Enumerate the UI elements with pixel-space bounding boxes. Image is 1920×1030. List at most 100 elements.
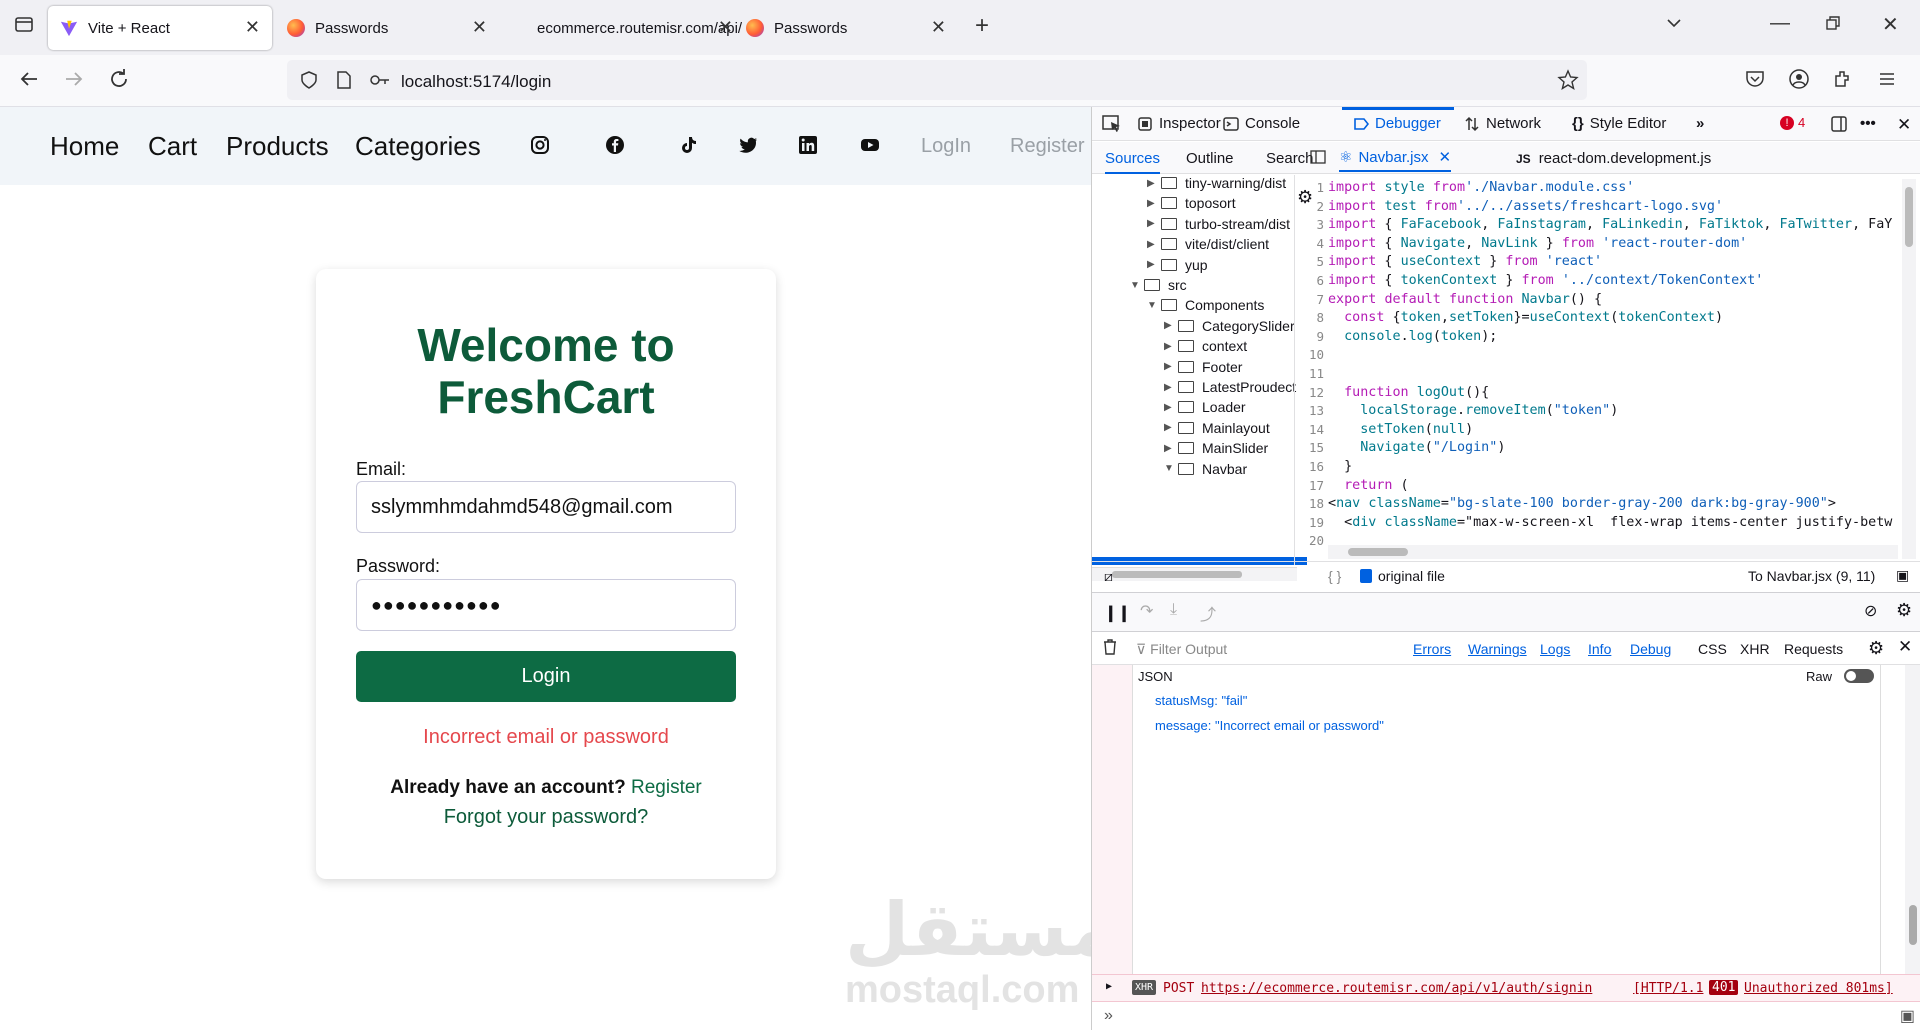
original-file-toggle[interactable]: original file [1360,568,1445,584]
element-picker-icon[interactable] [1102,115,1122,133]
minimize-icon[interactable]: — [1770,12,1790,35]
page-icon[interactable] [335,70,353,95]
collapsed-arrow-icon[interactable]: ▶ [1164,382,1178,393]
tab-debugger[interactable]: Debugger [1353,115,1441,132]
login-button[interactable]: Login [356,651,736,702]
json-tab[interactable]: JSON [1138,669,1173,684]
filter-debug[interactable]: Debug [1630,641,1671,657]
nav-link-register[interactable]: Register [1010,135,1084,158]
dock-icon[interactable] [1830,115,1848,133]
collapsed-arrow-icon[interactable]: ▶ [1164,341,1178,352]
line-number[interactable]: 19 [1298,514,1324,533]
nav-link-login[interactable]: LogIn [921,135,971,158]
step-over-icon[interactable]: ↷ [1140,601,1153,621]
line-number[interactable]: 3 [1298,216,1324,235]
chevron-down-icon[interactable] [1665,14,1683,38]
collapsed-arrow-icon[interactable]: ▶ [1147,239,1161,250]
line-number[interactable]: 10 [1298,346,1324,365]
debugger-settings-icon[interactable]: ⚙ [1896,600,1912,621]
tab-passwords[interactable]: Passwords ✕ [275,6,499,50]
collapsed-arrow-icon[interactable]: ▶ [1147,218,1161,229]
line-number[interactable]: 5 [1298,253,1324,272]
collapsed-arrow-icon[interactable]: ▶ [1147,198,1161,209]
pocket-icon[interactable] [1744,68,1772,96]
collapsed-arrow-icon[interactable]: ▶ [1164,443,1178,454]
error-count-badge[interactable]: ! 4 [1780,115,1805,130]
close-tab-icon[interactable]: ✕ [931,17,946,38]
xhr-url[interactable]: https://ecommerce.routemisr.com/api/v1/a… [1201,981,1592,996]
tab-style-editor[interactable]: {} Style Editor [1572,115,1666,132]
line-number[interactable]: 6 [1298,272,1324,291]
twitter-icon[interactable] [738,135,758,155]
tab-list-icon[interactable] [14,14,34,40]
back-icon[interactable] [17,67,45,95]
tab-passwords-2[interactable]: Passwords ✕ [734,6,958,50]
tab-network[interactable]: Network [1464,115,1541,132]
line-number[interactable]: 1 [1298,179,1324,198]
filter-input[interactable]: ⊽ Filter Output [1136,641,1227,658]
bookmark-star-icon[interactable] [1557,69,1579,96]
line-number[interactable]: 12 [1298,384,1324,403]
close-tab-icon[interactable]: ✕ [1438,148,1451,166]
pane-search[interactable]: Search [1266,150,1314,167]
password-field[interactable]: ●●●●●●●●●●● [356,579,736,631]
editor-vertical-scrollbar[interactable] [1902,179,1916,559]
line-number[interactable]: 11 [1298,365,1324,384]
pause-icon[interactable]: ❙❙ [1104,603,1131,623]
kebab-menu-icon[interactable]: ••• [1860,115,1876,132]
collapsed-arrow-icon[interactable]: ▶ [1147,259,1161,270]
expanded-arrow-icon[interactable]: ▼ [1164,463,1178,474]
xhr-log-row[interactable]: ▶ XHR POST https://ecommerce.routemisr.c… [1092,974,1920,1002]
tiktok-icon[interactable] [678,135,698,155]
step-out-icon[interactable]: ⤴ [1200,601,1216,625]
email-field[interactable]: sslymmhmdahmd548@gmail.com [356,481,736,533]
pretty-print-icon[interactable]: { } [1328,568,1341,584]
expand-arrow-icon[interactable]: ▶ [1106,981,1112,992]
editor-mode-icon[interactable]: ▣ [1900,1006,1915,1026]
menu-icon[interactable] [1876,68,1904,96]
line-number[interactable]: 20 [1298,532,1324,551]
close-tab-icon[interactable]: ✕ [718,17,733,38]
line-number[interactable]: 13 [1298,402,1324,421]
line-number[interactable]: 17 [1298,477,1324,496]
filter-css[interactable]: CSS [1698,641,1727,657]
toggle-panel-icon[interactable]: ▣ [1896,567,1909,584]
extensions-icon[interactable] [1832,68,1860,96]
disable-breakpoints-icon[interactable]: ⧄ [1104,568,1113,585]
pane-outline[interactable]: Outline [1186,150,1234,167]
shield-icon[interactable] [299,70,319,95]
line-number[interactable]: 2 [1298,198,1324,217]
expanded-arrow-icon[interactable]: ▼ [1130,280,1144,291]
editor-tab-react-dom[interactable]: JS react-dom.development.js [1516,150,1711,167]
close-console-icon[interactable]: ✕ [1898,637,1912,657]
close-window-icon[interactable]: ✕ [1882,12,1899,37]
tab-ecommerce-api[interactable]: ecommerce.routemisr.com/api/ ✕ [525,6,742,50]
account-icon[interactable] [1788,68,1816,96]
collapsed-arrow-icon[interactable]: ▶ [1164,402,1178,413]
tab-console[interactable]: Console [1223,115,1300,132]
deactivate-breakpoints-icon[interactable]: ⊘ [1864,601,1877,621]
collapsed-arrow-icon[interactable]: ▶ [1147,178,1161,189]
console-scrollbar[interactable] [1905,665,1920,974]
code-editor[interactable]: import style from'./Navbar.module.css' im… [1328,179,1908,559]
forward-icon[interactable] [62,67,90,95]
line-number[interactable]: 18 [1298,495,1324,514]
line-number[interactable]: 4 [1298,235,1324,254]
register-link[interactable]: Register [631,777,702,798]
more-tools-icon[interactable]: » [1696,115,1704,132]
filter-info[interactable]: Info [1588,641,1611,657]
nav-link-home[interactable]: Home [50,131,119,162]
tab-inspector[interactable]: Inspector [1137,115,1221,132]
close-tab-icon[interactable]: ✕ [472,17,487,38]
line-number[interactable]: 14 [1298,421,1324,440]
reload-icon[interactable] [107,67,135,95]
expanded-arrow-icon[interactable]: ▼ [1147,300,1161,311]
editor-horizontal-scrollbar[interactable] [1328,545,1898,559]
editor-tab-navbar[interactable]: ⚛ Navbar.jsx ✕ [1339,148,1452,172]
nav-link-products[interactable]: Products [226,131,329,162]
console-settings-icon[interactable]: ⚙ [1868,638,1884,659]
line-number[interactable]: 8 [1298,309,1324,328]
instagram-icon[interactable] [530,135,550,155]
filter-xhr[interactable]: XHR [1740,641,1770,657]
close-tab-icon[interactable]: ✕ [245,17,260,38]
